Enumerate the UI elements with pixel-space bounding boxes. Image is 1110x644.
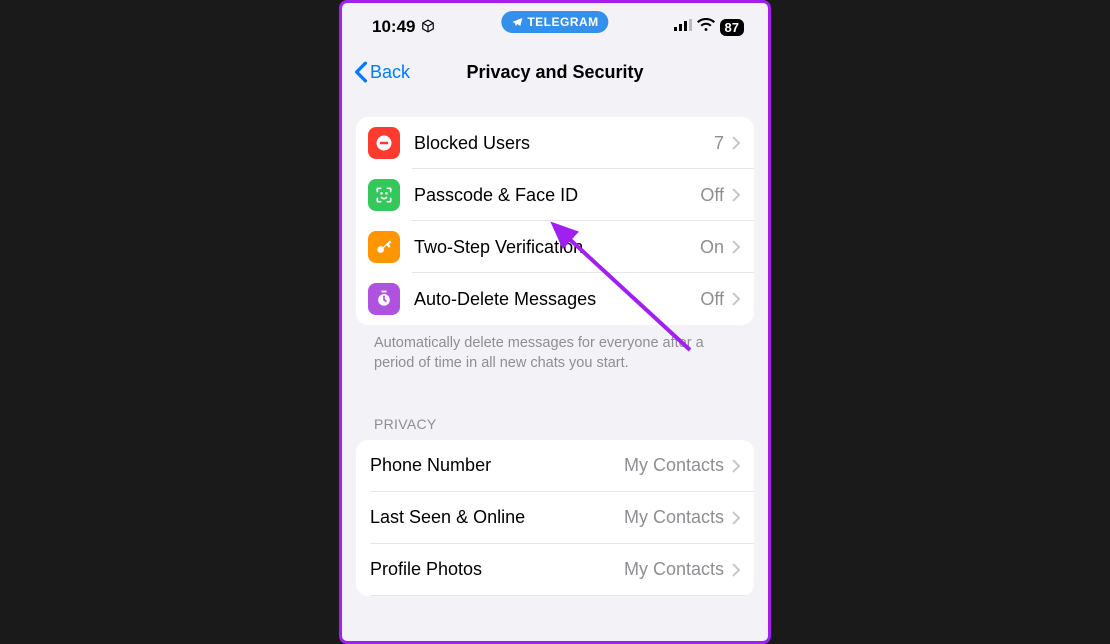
page-title: Privacy and Security bbox=[466, 62, 643, 83]
privacy-header: PRIVACY bbox=[356, 374, 754, 440]
nav-header: Back Privacy and Security bbox=[342, 47, 768, 99]
telegram-icon bbox=[511, 16, 523, 28]
chevron-right-icon bbox=[732, 511, 740, 525]
telegram-badge-label: TELEGRAM bbox=[527, 15, 598, 29]
chevron-right-icon bbox=[732, 563, 740, 577]
blocked-users-label: Blocked Users bbox=[414, 133, 714, 154]
passcode-label: Passcode & Face ID bbox=[414, 185, 700, 206]
last-seen-value: My Contacts bbox=[624, 507, 724, 528]
status-time: 10:49 bbox=[372, 17, 415, 37]
profile-photos-label: Profile Photos bbox=[370, 559, 624, 580]
last-seen-label: Last Seen & Online bbox=[370, 507, 624, 528]
chevron-right-icon bbox=[732, 292, 740, 306]
profile-photos-value: My Contacts bbox=[624, 559, 724, 580]
passcode-value: Off bbox=[700, 185, 724, 206]
back-button[interactable]: Back bbox=[354, 61, 410, 83]
blocked-users-row[interactable]: Blocked Users 7 bbox=[356, 117, 754, 169]
phone-number-value: My Contacts bbox=[624, 455, 724, 476]
timer-icon bbox=[368, 283, 400, 315]
status-bar: 10:49 TELEGRAM 87 bbox=[342, 3, 768, 47]
chevron-left-icon bbox=[354, 61, 368, 83]
status-right: 87 bbox=[674, 18, 744, 36]
chevron-right-icon bbox=[732, 188, 740, 202]
telegram-badge: TELEGRAM bbox=[501, 11, 608, 33]
two-step-value: On bbox=[700, 237, 724, 258]
chevron-right-icon bbox=[732, 136, 740, 150]
privacy-section: Phone Number My Contacts Last Seen & Onl… bbox=[356, 440, 754, 596]
blocked-icon bbox=[368, 127, 400, 159]
auto-delete-row[interactable]: Auto-Delete Messages Off bbox=[356, 273, 754, 325]
passcode-face-id-row[interactable]: Passcode & Face ID Off bbox=[356, 169, 754, 221]
phone-number-label: Phone Number bbox=[370, 455, 624, 476]
back-label: Back bbox=[370, 62, 410, 83]
last-seen-row[interactable]: Last Seen & Online My Contacts bbox=[356, 492, 754, 544]
signal-icon bbox=[674, 18, 692, 36]
wifi-icon bbox=[697, 18, 715, 36]
two-step-label: Two-Step Verification bbox=[414, 237, 700, 258]
cube-icon bbox=[421, 19, 435, 36]
battery-percent: 87 bbox=[725, 20, 739, 35]
phone-number-row[interactable]: Phone Number My Contacts bbox=[356, 440, 754, 492]
face-id-icon bbox=[368, 179, 400, 211]
status-time-box: 10:49 bbox=[372, 17, 435, 37]
chevron-right-icon bbox=[732, 240, 740, 254]
two-step-row[interactable]: Two-Step Verification On bbox=[356, 221, 754, 273]
auto-delete-footer: Automatically delete messages for everyo… bbox=[356, 325, 754, 374]
content-area: Blocked Users 7 Passcode & Face ID Off T… bbox=[342, 99, 768, 596]
profile-photos-row[interactable]: Profile Photos My Contacts bbox=[356, 544, 754, 596]
auto-delete-value: Off bbox=[700, 289, 724, 310]
key-icon bbox=[368, 231, 400, 263]
chevron-right-icon bbox=[732, 459, 740, 473]
phone-screen: 10:49 TELEGRAM 87 Back Privacy and bbox=[339, 0, 771, 644]
auto-delete-label: Auto-Delete Messages bbox=[414, 289, 700, 310]
battery-badge: 87 bbox=[720, 19, 744, 36]
blocked-users-value: 7 bbox=[714, 133, 724, 154]
security-section: Blocked Users 7 Passcode & Face ID Off T… bbox=[356, 117, 754, 325]
